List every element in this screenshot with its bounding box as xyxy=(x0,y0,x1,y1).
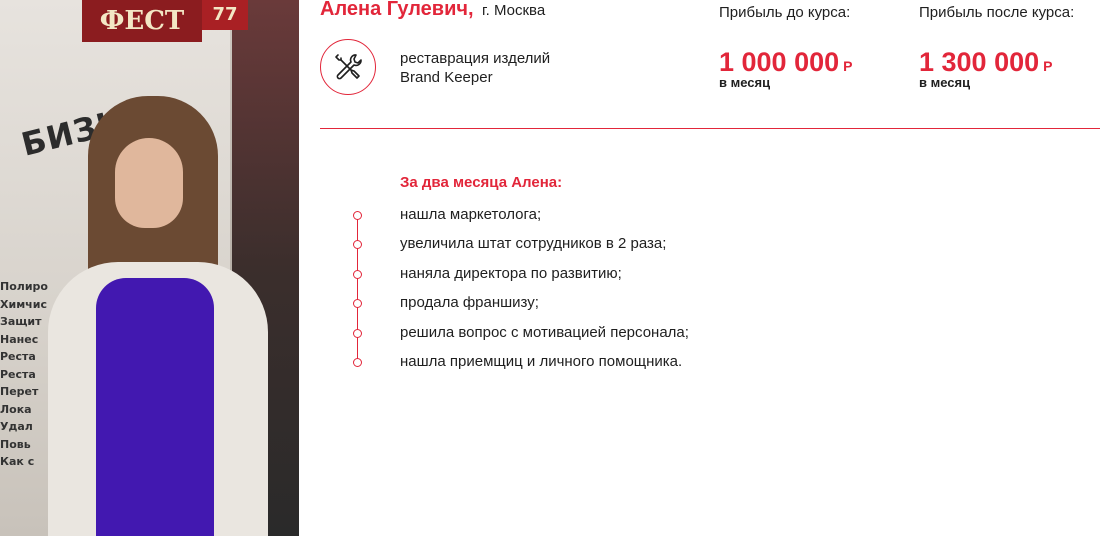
bullet-circle-icon xyxy=(353,211,362,220)
bullet-circle-icon xyxy=(353,357,362,367)
profit-after-value: 1 300 000 xyxy=(919,47,1040,77)
profit-after: Прибыль после курса: 1 300 000 Р в месяц xyxy=(919,4,1074,90)
fest-sign: ФЕСТ xyxy=(82,0,202,42)
bullet-circle-icon xyxy=(353,299,362,309)
fest-number-sign: 77 xyxy=(202,0,248,30)
list-item-text: нашла маркетолога; xyxy=(400,206,542,223)
business-line-2: Brand Keeper xyxy=(400,69,493,86)
banner-list-item: Полиро xyxy=(0,280,48,293)
ruble-sign: Р xyxy=(843,58,853,74)
list-item-text: продала франшизу; xyxy=(400,294,539,312)
section-divider xyxy=(320,128,1100,129)
tools-icon xyxy=(320,39,376,95)
bullet-circle-icon xyxy=(353,240,362,250)
business-line-1: реставрация изделий xyxy=(400,50,551,67)
person-city: г. Москва xyxy=(481,2,546,19)
profit-before-value: 1 000 000 xyxy=(719,47,840,77)
profit-before: Прибыль до курса: 1 000 000 Р в месяц xyxy=(719,4,852,90)
ruble-sign: Р xyxy=(1043,58,1053,74)
profit-before-period: в месяц xyxy=(719,75,771,90)
results-heading: За два месяца Алена: xyxy=(400,174,563,191)
list-item-text: решила вопрос с мотивацией персонала; xyxy=(400,323,689,341)
business-description: реставрация изделий Brand Keeper xyxy=(400,49,550,87)
profit-after-label: Прибыль после курса: xyxy=(919,4,1075,21)
profit-before-amount: 1 000 000 Р xyxy=(719,48,852,76)
list-item-text: наняла директора по развитию; xyxy=(400,264,622,282)
timeline-line xyxy=(357,216,358,364)
list-item-text: нашла приемщиц и личного помощника. xyxy=(400,352,683,370)
profit-after-amount: 1 300 000 Р xyxy=(919,48,1074,76)
person-name: Алена Гулевич, xyxy=(320,0,474,20)
profit-after-period: в месяц xyxy=(919,75,971,90)
list-item-text: увеличила штат сотрудников в 2 раза; xyxy=(400,235,667,253)
bullet-circle-icon xyxy=(353,269,362,279)
person-dress xyxy=(96,278,214,536)
profit-before-label: Прибыль до курса: xyxy=(719,4,851,21)
person-face xyxy=(115,138,183,228)
bullet-circle-icon xyxy=(353,328,362,338)
portrait-photo: ФЕСТ 77 БИЗН!!! Полиро Химчис Защит Нане… xyxy=(0,0,299,536)
person-heading: Алена Гулевич, г. Москва xyxy=(320,0,545,21)
